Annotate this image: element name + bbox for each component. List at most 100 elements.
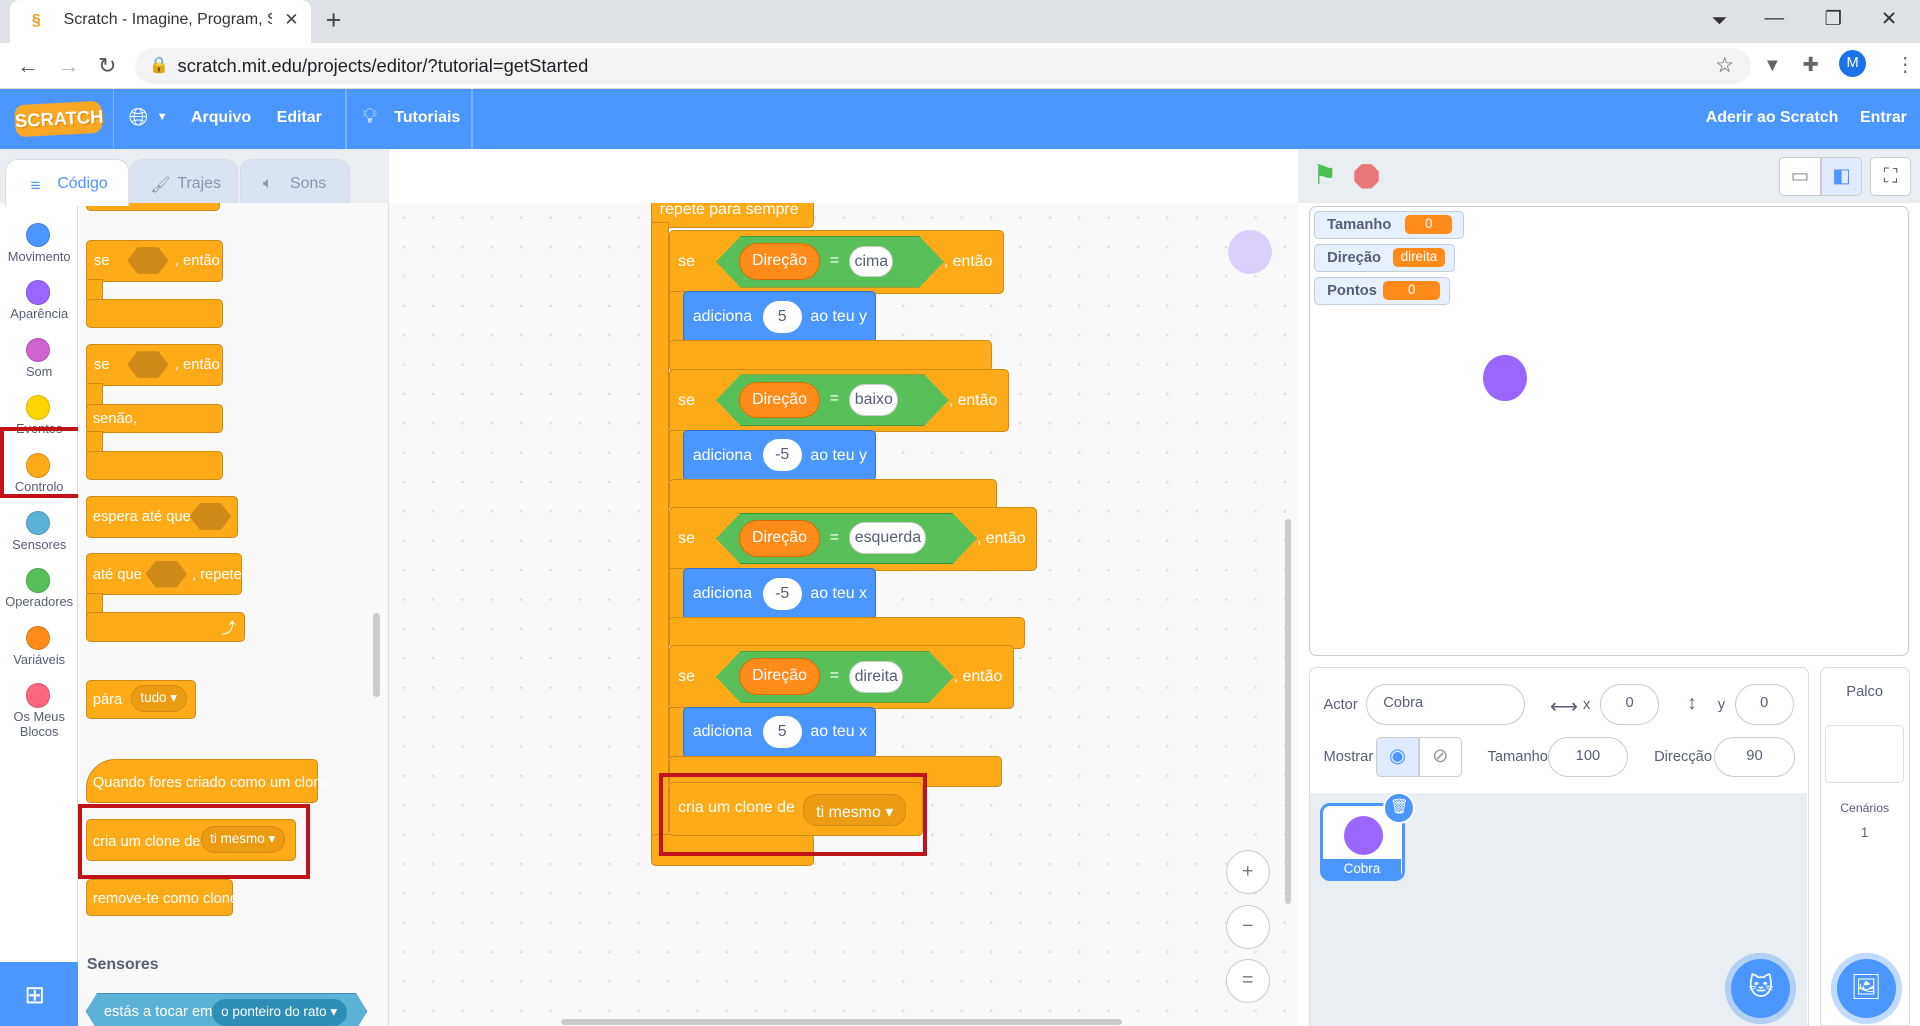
compare-value[interactable]: direita	[849, 661, 903, 693]
tab-sounds[interactable]: 🔈︎ Sons	[240, 159, 351, 206]
variable-direcao[interactable]: Direção	[739, 520, 820, 557]
amount-field[interactable]: 5	[762, 716, 802, 748]
choose-sprite-icon[interactable]: 🐱︎	[1731, 958, 1791, 1018]
variable-monitor-1[interactable]: Direção direita	[1313, 243, 1455, 272]
reload-icon[interactable]: ↻	[98, 53, 116, 79]
category-dot-icon	[25, 395, 51, 420]
if-block[interactable]: se Direção = direita, então	[668, 645, 1014, 709]
choose-backdrop-icon[interactable]: 🖼︎	[1836, 958, 1896, 1018]
tab-search-icon[interactable]: ⏷	[1712, 10, 1728, 33]
palette-repeat-until[interactable]: até que , repete	[85, 553, 243, 596]
if-block[interactable]: se Direção = baixo, então	[668, 368, 1009, 433]
join-scratch-link[interactable]: Aderir ao Scratch	[1706, 109, 1839, 127]
compare-value[interactable]: cima	[849, 246, 893, 278]
sprite-ghost-icon	[1228, 230, 1273, 275]
actor-name-field[interactable]: Cobra	[1366, 684, 1526, 725]
equals-operator[interactable]: Direção = baixo	[716, 374, 949, 425]
zoom-out-button[interactable]: −	[1225, 904, 1270, 949]
show-visible-eye-icon[interactable]: ◉	[1376, 736, 1419, 778]
equals-operator[interactable]: Direção = esquerda	[716, 513, 977, 564]
change-position-block[interactable]: adiciona -5 ao teu x	[683, 568, 876, 620]
green-flag-icon[interactable]: ⚑	[1313, 160, 1337, 191]
scratch-logo[interactable]: SCRATCH	[13, 100, 104, 137]
extensions-puzzle-icon[interactable]: ✚	[1802, 53, 1818, 77]
restore-icon[interactable]: ❐	[1825, 7, 1843, 31]
tab-code[interactable]: ≡ Código	[4, 159, 129, 206]
change-position-block[interactable]: adiciona 5 ao teu y	[683, 291, 876, 343]
variable-direcao[interactable]: Direção	[739, 658, 820, 695]
sprite-cobra-on-stage[interactable]	[1482, 354, 1527, 402]
change-position-block[interactable]: adiciona 5 ao teu x	[683, 706, 876, 758]
extension-icon[interactable]: ▼	[1763, 54, 1781, 76]
language-globe-icon[interactable]: 🌐︎	[129, 104, 149, 132]
browser-tabstrip: § Scratch - Imagine, Program, Shar ✕ + ⏷…	[0, 0, 1920, 43]
close-tab-icon[interactable]: ✕	[284, 9, 298, 30]
variable-direcao[interactable]: Direção	[739, 382, 820, 419]
palette-scrollbar[interactable]	[373, 613, 380, 697]
variable-monitor-2[interactable]: Pontos 0	[1313, 276, 1450, 305]
back-icon[interactable]: ←	[17, 53, 39, 79]
code-icon: ≡	[30, 174, 41, 195]
bookmark-star-icon[interactable]: ☆	[1715, 53, 1734, 78]
workspace-hscroll[interactable]	[560, 1018, 1122, 1025]
zoom-reset-button[interactable]: =	[1225, 958, 1270, 1003]
palette-stop[interactable]: pára tudo ▾	[85, 679, 196, 719]
compare-value[interactable]: baixo	[849, 384, 898, 416]
category-7[interactable]: Variáveis	[0, 616, 78, 674]
if-block[interactable]: se Direção = esquerda, então	[668, 506, 1038, 571]
equals-operator[interactable]: Direção = direita	[716, 651, 954, 702]
category-6[interactable]: Operadores	[0, 558, 78, 616]
hide-eye-icon[interactable]: ⊘	[1418, 736, 1462, 778]
minimize-icon[interactable]: —	[1765, 7, 1785, 30]
compare-value[interactable]: esquerda	[849, 522, 926, 554]
category-5[interactable]: Sensores	[0, 501, 78, 559]
sign-in-link[interactable]: Entrar	[1860, 109, 1907, 127]
stop-icon[interactable]	[1354, 164, 1379, 189]
size-field[interactable]: 100	[1547, 736, 1629, 778]
amount-field[interactable]: -5	[762, 577, 802, 610]
palette-delete-clone[interactable]: remove-te como clone	[85, 879, 238, 916]
change-position-block[interactable]: adiciona -5 ao teu y	[683, 429, 876, 482]
forever-block[interactable]: repete para sempre	[651, 203, 815, 228]
variable-direcao[interactable]: Direção	[739, 243, 820, 280]
category-2[interactable]: Som	[0, 328, 78, 386]
category-1[interactable]: Aparência	[0, 271, 78, 329]
browser-tab[interactable]: § Scratch - Imagine, Program, Shar ✕	[9, 0, 311, 43]
url-field[interactable]: 🔒 scratch.mit.edu/projects/editor/?tutor…	[134, 47, 1752, 85]
zoom-in-button[interactable]: +	[1225, 849, 1270, 894]
forward-icon[interactable]: →	[58, 53, 80, 79]
script-workspace[interactable]: repete para sempre se Direção = cima, então…	[389, 203, 1298, 1026]
tab-costumes[interactable]: 🖌︎ Trajes	[129, 159, 238, 206]
profile-avatar[interactable]: M	[1839, 50, 1867, 78]
fullscreen-button[interactable]: ⛶	[1869, 156, 1912, 196]
stage-canvas[interactable]	[1308, 205, 1909, 657]
amount-field[interactable]: -5	[762, 439, 802, 472]
large-stage-button[interactable]: ◧	[1820, 156, 1863, 196]
menu-tutorials[interactable]: Tutoriais	[394, 109, 460, 127]
menu-edit[interactable]: Editar	[277, 109, 322, 127]
variable-monitor-0[interactable]: Tamanho 0	[1313, 210, 1465, 239]
workspace-vscroll[interactable]	[1284, 519, 1291, 904]
amount-field[interactable]: 5	[762, 300, 802, 333]
palette-if-then[interactable]: se , então	[85, 240, 223, 282]
category-0[interactable]: Movimento	[0, 213, 78, 271]
x-field[interactable]: 0	[1600, 684, 1659, 725]
backdrop-thumbnail[interactable]	[1825, 724, 1904, 784]
direction-field[interactable]: 90	[1714, 736, 1795, 778]
close-window-icon[interactable]: ✕	[1881, 7, 1897, 31]
category-dot-icon	[25, 280, 51, 305]
palette-when-clone[interactable]: Quando fores criado como um clone	[85, 759, 330, 804]
category-8[interactable]: Os Meus Blocos	[0, 673, 78, 739]
palette-wait-until[interactable]: espera até que	[85, 495, 238, 538]
if-block[interactable]: se Direção = cima, então	[668, 230, 1005, 294]
small-stage-button[interactable]: ▭	[1779, 156, 1821, 196]
equals-operator[interactable]: Direção = cima	[716, 236, 944, 287]
palette-touching[interactable]: estás a tocar em o ponteiro do rato ▾	[85, 993, 368, 1026]
palette-if-else[interactable]: se , então	[85, 344, 223, 386]
y-field[interactable]: 0	[1734, 684, 1794, 725]
menu-file[interactable]: Arquivo	[191, 109, 251, 127]
browser-menu-icon[interactable]: ⋮	[1896, 53, 1916, 77]
delete-sprite-icon[interactable]: 🗑︎	[1383, 792, 1416, 824]
add-extension-button[interactable]: ⊞	[0, 962, 79, 1026]
new-tab-icon[interactable]: +	[326, 5, 342, 36]
